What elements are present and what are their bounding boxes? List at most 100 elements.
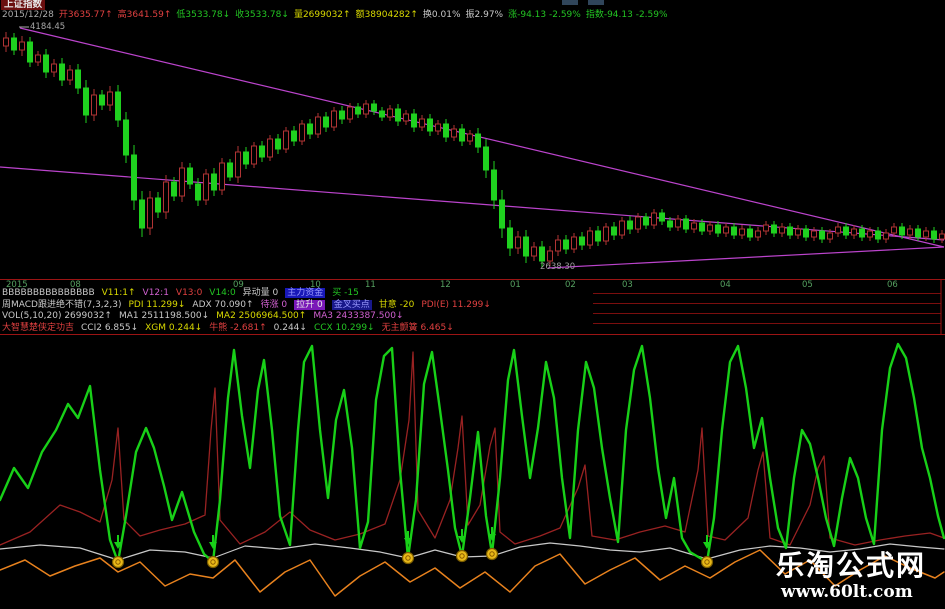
candle-body: [443, 123, 449, 138]
candle-body: [715, 224, 721, 234]
candle-body: [507, 227, 513, 249]
candle-body: [427, 118, 433, 132]
candle-body: [51, 63, 57, 73]
indicator-token: 金叉买点: [331, 299, 372, 310]
candle-body: [883, 232, 889, 240]
candle-body: [419, 118, 425, 128]
candle-body: [611, 226, 617, 236]
coin-signal-icon: [401, 551, 415, 565]
candle-body: [451, 128, 457, 138]
candle-body: [803, 228, 809, 238]
candle-body: [779, 226, 785, 234]
candle-body: [459, 128, 465, 142]
candle-body: [99, 94, 105, 106]
indicator-token: PDI 11.299↓: [128, 299, 186, 310]
indicator-token: V12:1: [142, 288, 169, 298]
candle-body: [867, 230, 873, 238]
candle-body: [795, 228, 801, 236]
quote-field: 额38904282↑: [355, 10, 418, 20]
candle-body: [347, 106, 353, 120]
candle-body: [819, 230, 825, 240]
candle-body: [891, 226, 897, 234]
candle-body: [339, 110, 345, 120]
candle-body: [635, 216, 641, 230]
index-title[interactable]: 上证指数: [1, 0, 46, 10]
candle-body: [547, 250, 553, 262]
candle-body: [899, 226, 905, 236]
candle-body: [187, 167, 193, 185]
indicator-token: ADX 70.090↑: [192, 299, 254, 310]
indicator-row[interactable]: VOL(5,10,20) 2699032↑ MA1 2511198.500↓ MA2…: [2, 311, 410, 322]
candle-body: [371, 103, 377, 112]
quote-field: 振2.97%: [465, 10, 504, 20]
candle-body: [283, 130, 289, 150]
candle-body: [827, 232, 833, 240]
quote-field: 高3641.59↑: [117, 10, 172, 20]
trend-line: [19, 27, 945, 248]
candle-body: [363, 103, 369, 115]
buy-arrow-stem: [706, 535, 708, 542]
candle-body: [235, 151, 241, 178]
low-price-label: 2638.30: [540, 262, 576, 272]
indicator-row[interactable]: 周MACD跟进绝不错(7,3,2,3) PDI 11.299↓ ADX 70.090…: [2, 299, 498, 311]
candle-body: [755, 230, 761, 238]
candle-body: [19, 41, 25, 51]
candle-body: [595, 230, 601, 242]
indicator-token: MA1 2511198.500↓: [118, 311, 210, 321]
indicator-token: VOL(5,10,20) 2699032↑: [2, 311, 112, 321]
candle-body: [115, 91, 121, 121]
candle-body: [923, 230, 929, 238]
quote-field: 开3635.77↑: [58, 10, 113, 20]
indicator-token: CCI2 6.855↓: [81, 322, 139, 333]
candle-body: [619, 220, 625, 236]
indicator-token: 大智慧楚侠定功吉: [2, 322, 75, 333]
coin-signal-icon: [700, 555, 714, 569]
indicator-row[interactable]: 大智慧楚侠定功吉 CCI2 6.855↓ XGM 0.244↓ 牛熊 -2.681↑ 0…: [2, 323, 461, 334]
quote-info-bar: 2015/12/28 开3635.77↑ 高3641.59↑ 低3533.78↓ 收35…: [2, 10, 678, 21]
indicator-token: 周MACD跟进绝不错(7,3,2,3): [2, 299, 122, 310]
buy-arrow-stem: [212, 535, 214, 542]
indicator-token: XGM 0.244↓: [145, 322, 203, 333]
candle-body: [859, 228, 865, 238]
candle-body: [563, 239, 569, 250]
candle-body: [203, 173, 209, 201]
candle-body: [675, 218, 681, 228]
axis-month-label: 06: [887, 280, 898, 290]
quote-field: 量2699032↑: [293, 10, 351, 20]
candle-body: [515, 236, 521, 249]
candle-body: [251, 145, 257, 165]
candle-body: [747, 228, 753, 238]
candle-body: [387, 108, 393, 118]
indicator-token: MA3 2433387.500↓: [313, 311, 404, 321]
candle-body: [275, 138, 281, 150]
axis-month-label: 12: [440, 280, 451, 290]
candle-body: [299, 123, 305, 142]
candle-body: [915, 228, 921, 238]
indicator-row[interactable]: BBBBBBBBBBBBBBB V11:1↑ V12:1 V13:0 V14:0 异动量 …: [2, 288, 366, 299]
candle-body: [875, 230, 881, 240]
candle-body: [555, 239, 561, 252]
candle-body: [571, 236, 577, 250]
indicator-token: V11:1↑: [101, 288, 136, 298]
candle-body: [91, 94, 97, 116]
candle-body: [291, 130, 297, 142]
candle-body: [707, 224, 713, 232]
candle-body: [139, 199, 145, 229]
candle-body: [67, 69, 73, 81]
indicator-token: 拉升 0: [294, 299, 325, 310]
candle-body: [43, 54, 49, 73]
indicator-token: 异动量 0: [242, 288, 279, 298]
candle-body: [107, 91, 113, 106]
candle-body: [603, 226, 609, 242]
indicator-token: CCX 10.299↓: [313, 322, 375, 333]
indicator-token: V13:0: [175, 288, 203, 298]
candle-body: [163, 181, 169, 213]
buy-arrow-stem: [491, 527, 493, 534]
window-edge-artifact: [562, 0, 578, 5]
candle-body: [667, 220, 673, 228]
indicator-token: 无主颤簧 6.465↓: [381, 322, 454, 333]
candle-body: [627, 220, 633, 230]
candle-body: [435, 123, 441, 132]
axis-month-label: 05: [802, 280, 813, 290]
candle-body: [843, 226, 849, 236]
